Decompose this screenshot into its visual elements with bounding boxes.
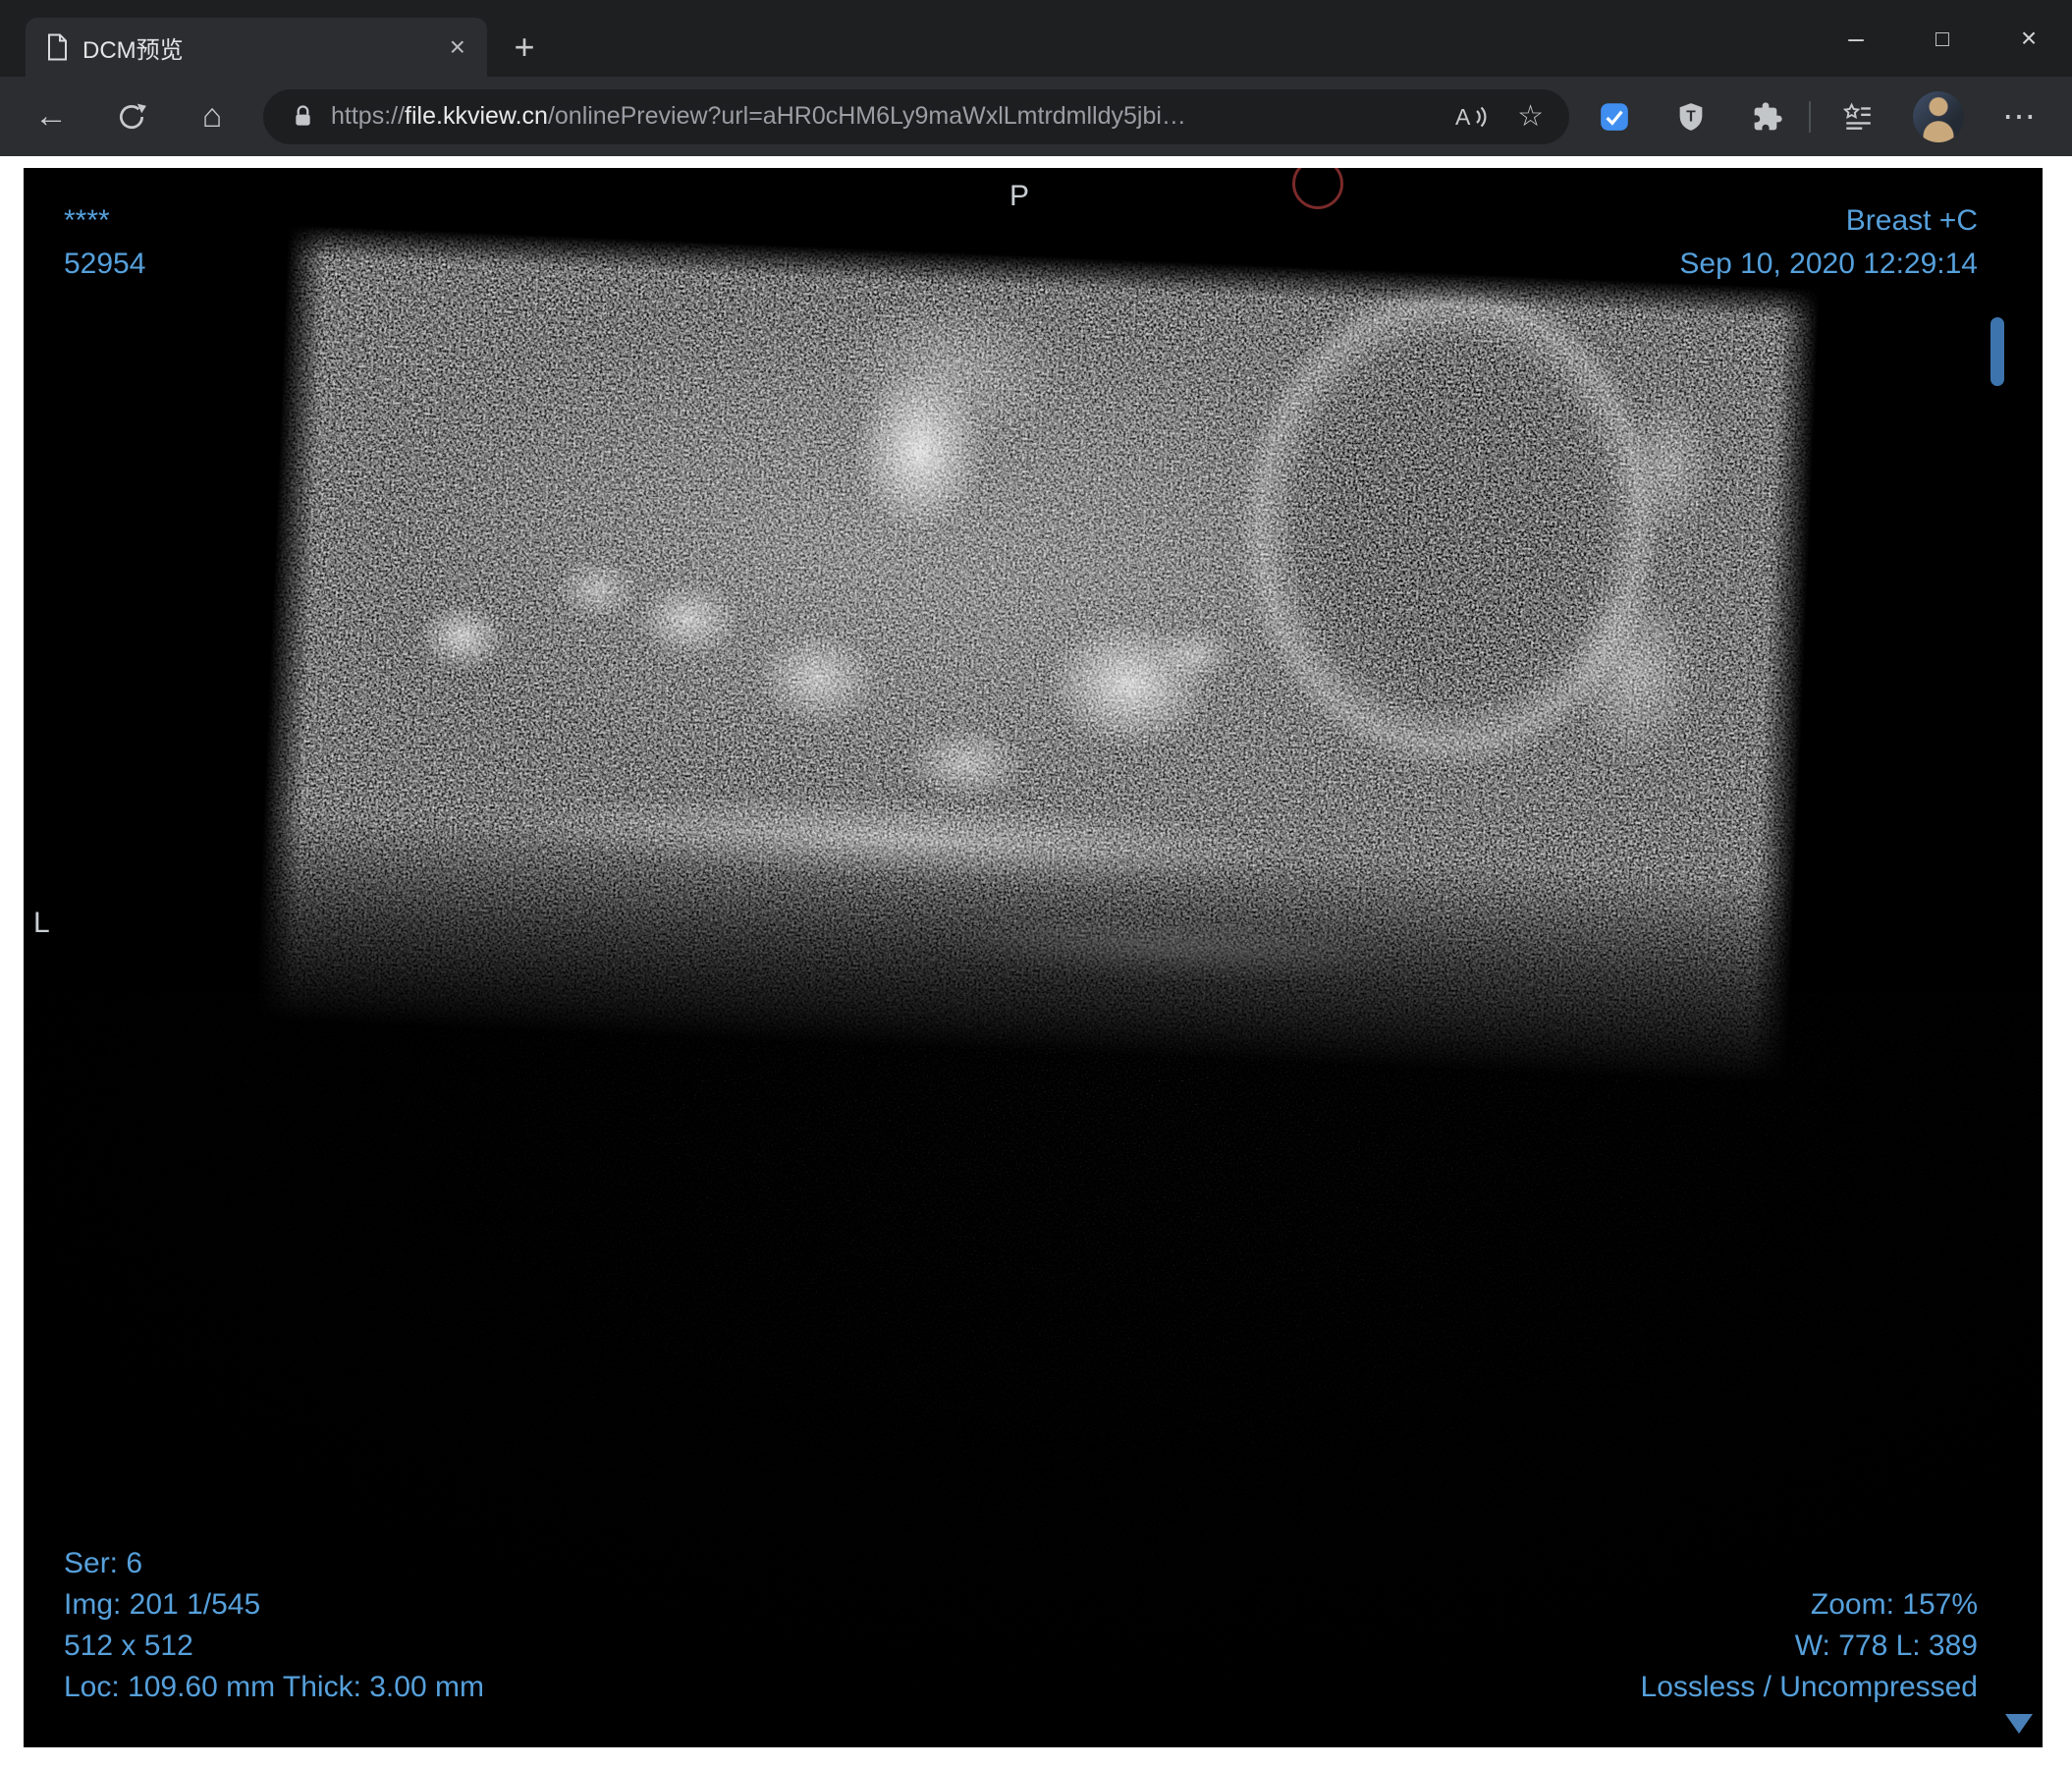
maximize-button[interactable]: □ xyxy=(1899,0,1986,77)
slice-scrollbar-thumb[interactable] xyxy=(1990,317,2004,386)
dicom-viewer[interactable]: **** 52954 Breast +C Sep 10, 2020 12:29:… xyxy=(24,168,2043,1747)
roi-circle-annotation xyxy=(1292,168,1343,209)
orientation-marker-posterior: P xyxy=(1009,180,1030,212)
zoom-level: Zoom: 157% xyxy=(1810,1588,1978,1621)
shield-icon: T xyxy=(1679,102,1703,131)
page-content: **** 52954 Breast +C Sep 10, 2020 12:29:… xyxy=(0,156,2072,1768)
annotation-top-right: Breast +C Sep 10, 2020 12:29:14 xyxy=(1679,199,1978,286)
settings-menu-button[interactable]: ⋯ xyxy=(1993,91,2045,142)
minimize-button[interactable]: – xyxy=(1813,0,1899,77)
address-bar-actions: A ☆ xyxy=(1454,99,1544,134)
patient-stars: **** xyxy=(64,204,110,237)
patient-number: 52954 xyxy=(64,248,146,280)
tab-title: DCM预览 xyxy=(82,36,184,64)
mri-image xyxy=(254,224,1821,1084)
extensions-button[interactable] xyxy=(1748,97,1787,137)
study-datetime: Sep 10, 2020 12:29:14 xyxy=(1679,248,1978,280)
url-scheme: https:// xyxy=(331,102,406,130)
navigation-bar: ← ⌂ https://file.kkview.cn/onlinePreview… xyxy=(0,77,2072,156)
read-aloud-icon: A xyxy=(1455,104,1487,130)
url-text: https://file.kkview.cn/onlinePreview?url… xyxy=(331,102,1437,131)
puzzle-icon xyxy=(1754,101,1782,130)
browser-window: DCM预览 × + – □ × ← ⌂ https://file.kkview.… xyxy=(0,0,2072,1768)
study-label: Breast +C xyxy=(1845,204,1978,237)
url-host: file.kkview.cn xyxy=(405,102,548,130)
favorites-list-icon xyxy=(1842,101,1871,130)
shield-extension-button[interactable]: T xyxy=(1671,97,1711,137)
window-level: W: 778 L: 389 xyxy=(1794,1630,1978,1662)
refresh-button[interactable] xyxy=(106,91,157,142)
compression-info: Lossless / Uncompressed xyxy=(1640,1671,1978,1703)
document-icon xyxy=(48,33,67,61)
read-aloud-button[interactable]: A xyxy=(1454,102,1488,132)
window-controls: – □ × xyxy=(1813,0,2072,77)
favorites-bar-button[interactable] xyxy=(1832,91,1883,142)
slice-location: Loc: 109.60 mm Thick: 3.00 mm xyxy=(64,1671,484,1703)
annotation-top-left: **** 52954 xyxy=(64,199,145,286)
refresh-icon xyxy=(119,103,146,129)
address-bar[interactable]: https://file.kkview.cn/onlinePreview?url… xyxy=(263,88,1569,144)
mri-grain-texture xyxy=(254,224,1821,1084)
toolbar-divider xyxy=(1809,100,1811,133)
annotation-bottom-right: Zoom: 157% W: 778 L: 389 Lossless / Unco… xyxy=(1641,1584,1978,1708)
lock-icon xyxy=(296,105,310,126)
favorite-star-button[interactable]: ☆ xyxy=(1517,99,1544,134)
tab-close-icon[interactable]: × xyxy=(444,33,471,61)
close-window-button[interactable]: × xyxy=(1986,0,2072,77)
orientation-marker-left: L xyxy=(33,907,50,939)
svg-text:A: A xyxy=(1455,104,1471,130)
series-number: Ser: 6 xyxy=(64,1547,143,1579)
image-number: Img: 201 1/545 xyxy=(64,1588,261,1621)
titlebar: DCM预览 × + – □ × xyxy=(0,0,2072,77)
url-path: /onlinePreview?url=aHR0cHM6Ly9maWxlLmtrd… xyxy=(547,102,1186,130)
back-button[interactable]: ← xyxy=(26,91,77,142)
browser-tab[interactable]: DCM预览 × xyxy=(26,18,487,77)
svg-text:T: T xyxy=(1686,108,1696,125)
extensions-area: T xyxy=(1595,97,1787,137)
slice-scroll-down-icon[interactable] xyxy=(2005,1714,2033,1734)
annotation-bottom-left: Ser: 6 Img: 201 1/545 512 x 512 Loc: 109… xyxy=(64,1543,484,1708)
home-button[interactable]: ⌂ xyxy=(187,91,238,142)
image-matrix: 512 x 512 xyxy=(64,1630,193,1662)
new-tab-button[interactable]: + xyxy=(503,26,546,69)
extension-blue-icon xyxy=(1601,102,1628,131)
profile-avatar[interactable] xyxy=(1913,90,1964,142)
extension-button-blue[interactable] xyxy=(1595,97,1634,137)
